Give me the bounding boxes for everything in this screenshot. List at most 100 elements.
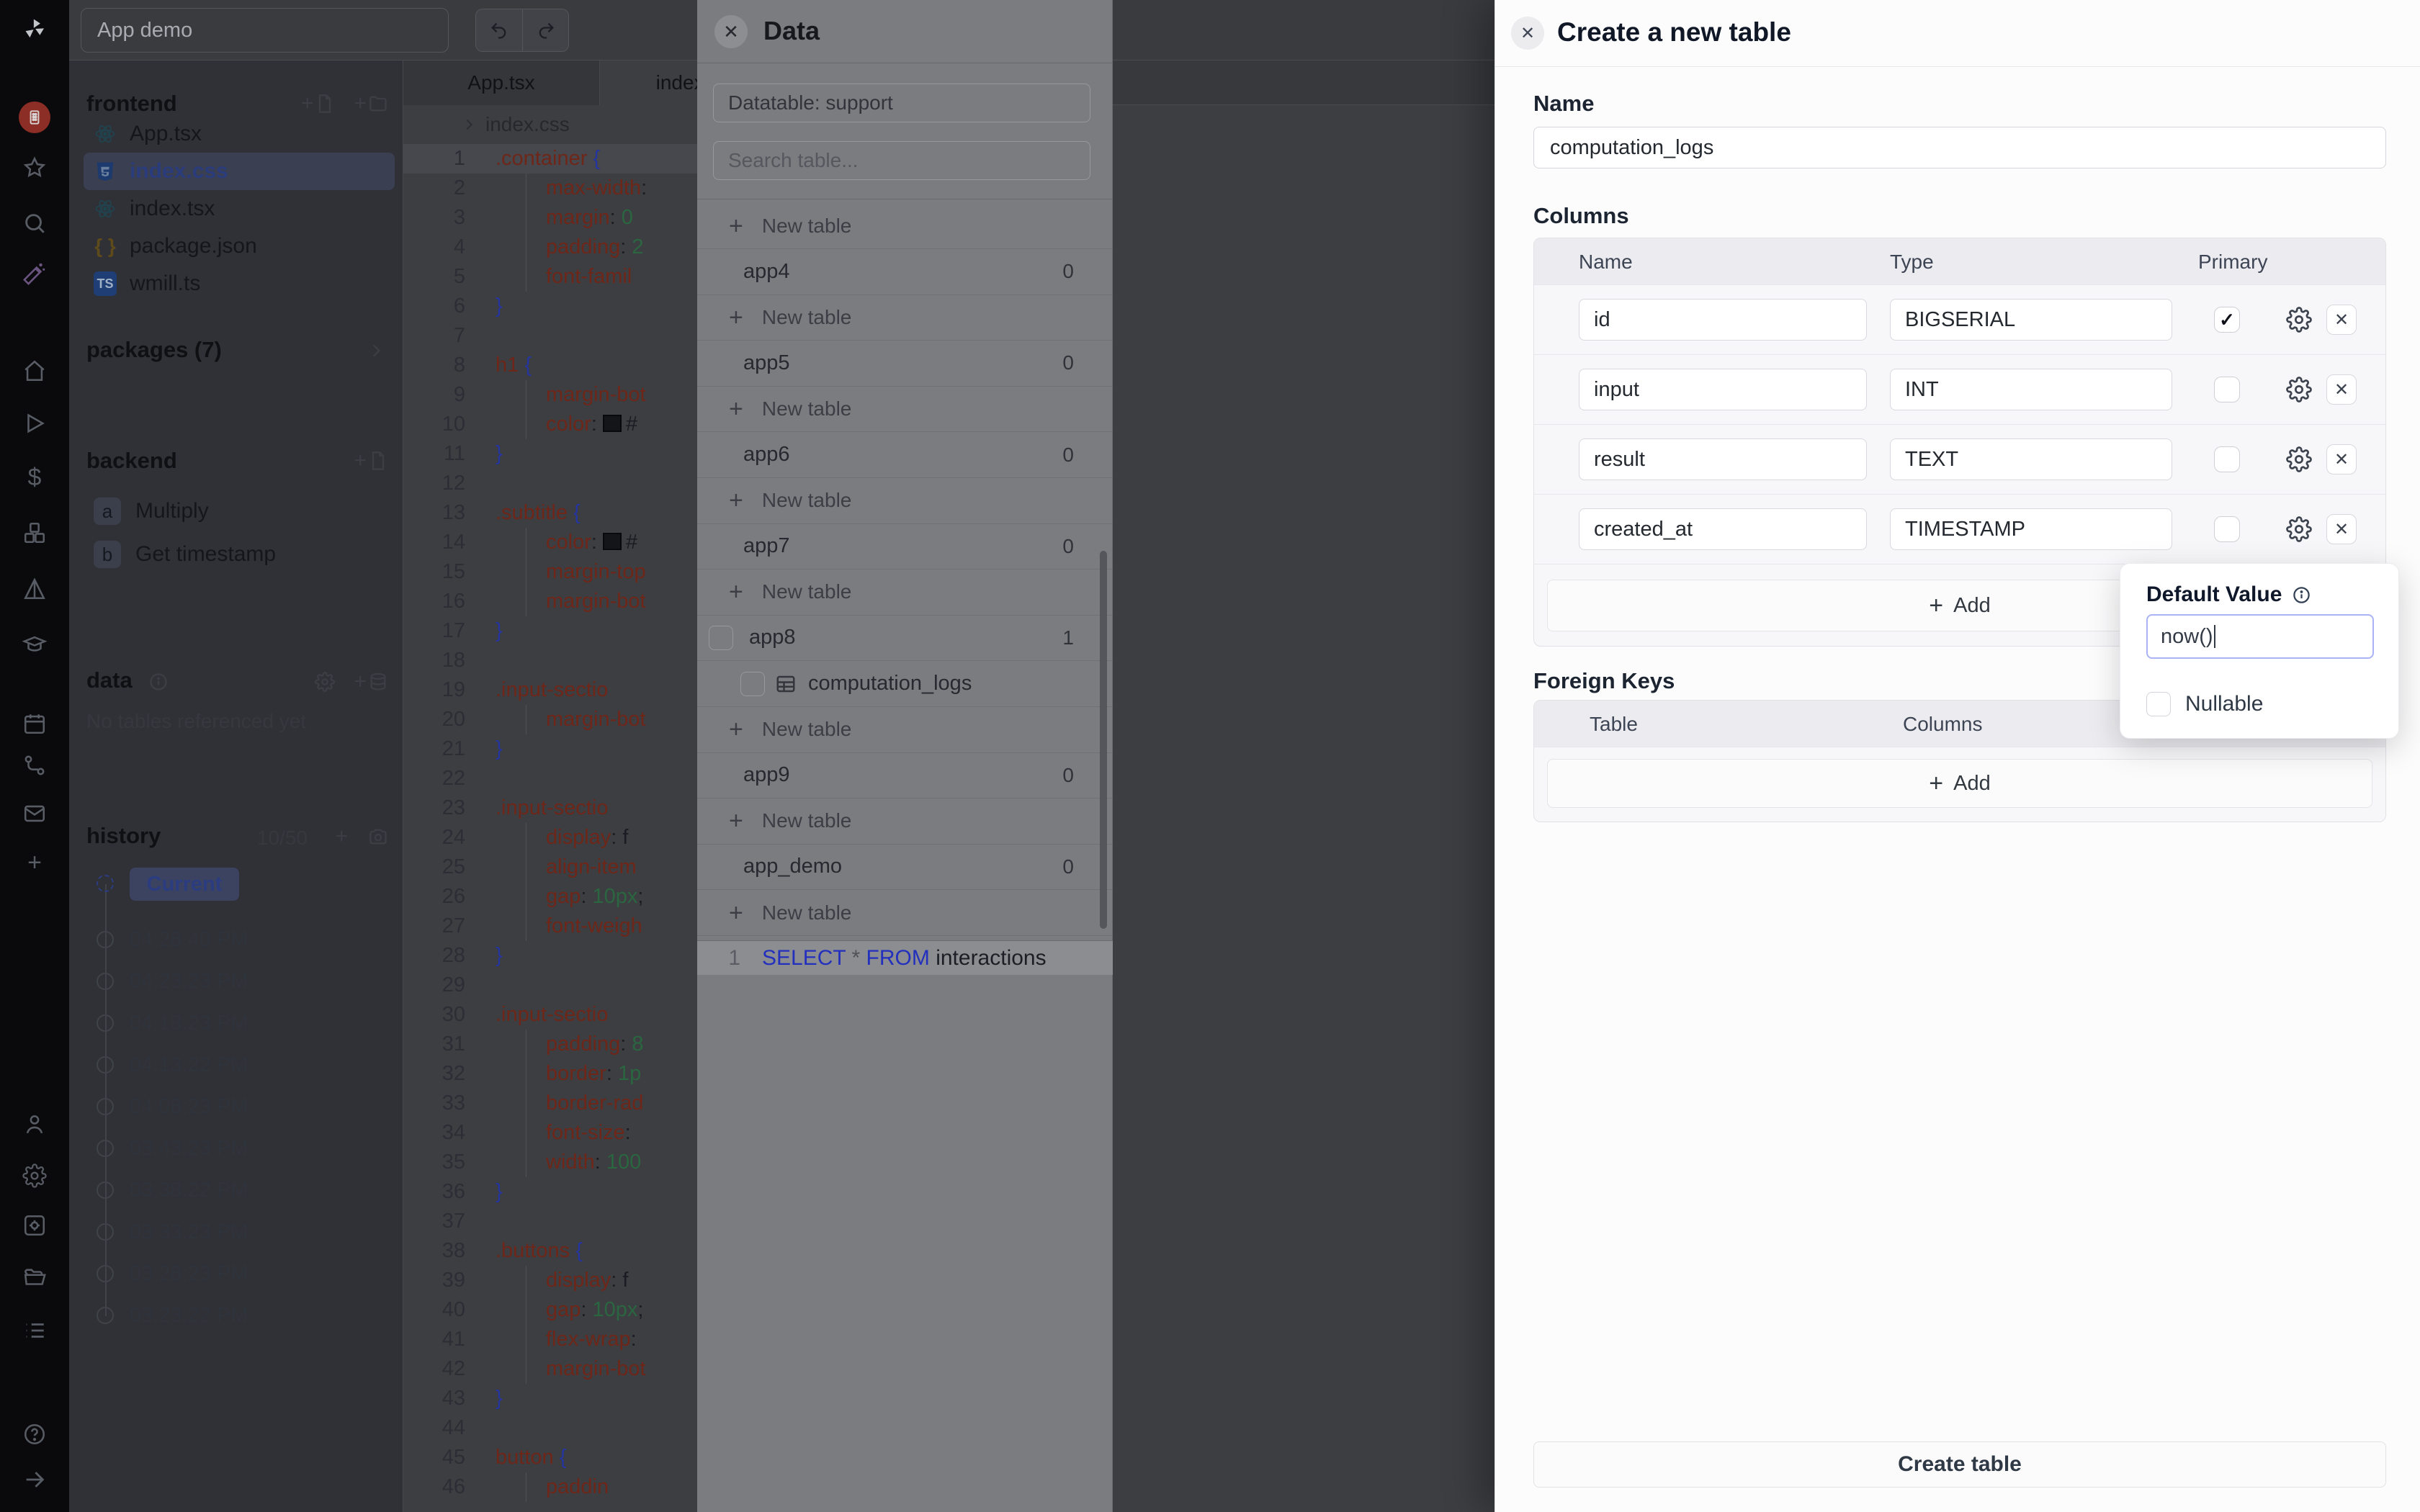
file-item-package-json[interactable]: { }package.json	[84, 228, 395, 265]
column-name-input[interactable]	[1579, 438, 1867, 480]
magic-wand-icon[interactable]	[22, 261, 47, 286]
history-current-item[interactable]: Current	[130, 868, 239, 901]
runs-icon[interactable]	[22, 411, 47, 436]
add-file-icon[interactable]: +	[301, 94, 336, 114]
primary-checkbox[interactable]	[2214, 516, 2240, 542]
timeline-node[interactable]	[97, 1140, 114, 1157]
history-timestamp[interactable]: 04:13:22 PM	[130, 1053, 248, 1077]
history-add-icon[interactable]: +	[335, 827, 349, 847]
history-timestamp[interactable]: 04:28:40 PM	[130, 928, 248, 952]
add-folder-icon[interactable]: +	[354, 94, 388, 114]
history-timestamp[interactable]: 03:33:23 PM	[130, 1220, 248, 1244]
history-timestamp[interactable]: 03:38:22 PM	[130, 1179, 248, 1202]
new-table-button[interactable]: +New table	[697, 478, 1113, 524]
search-table-input[interactable]	[713, 141, 1090, 180]
drawer-close-button[interactable]: ✕	[1511, 17, 1544, 50]
column-name-input[interactable]	[1579, 299, 1867, 341]
data-add-table-icon[interactable]: +	[354, 672, 388, 692]
data-info-icon[interactable]	[148, 672, 169, 692]
history-timestamp[interactable]: 03:43:23 PM	[130, 1137, 248, 1161]
sql-editor-line[interactable]: 1 SELECT * FROM interactions	[697, 940, 1113, 975]
history-timestamp[interactable]: 04:08:23 PM	[130, 1095, 248, 1119]
data-settings-icon[interactable]	[315, 672, 335, 692]
resources-icon[interactable]	[22, 521, 47, 545]
new-table-button[interactable]: +New table	[697, 890, 1113, 936]
tab-app-tsx[interactable]: App.tsx	[403, 60, 600, 105]
timeline-node-current[interactable]	[97, 875, 114, 892]
new-table-button[interactable]: +New table	[697, 570, 1113, 616]
table-group-app9[interactable]: app90	[697, 752, 1113, 798]
timeline-node[interactable]	[97, 1223, 114, 1241]
add-icon[interactable]: +	[22, 850, 47, 875]
column-type-input[interactable]	[1890, 508, 2172, 550]
history-timestamp[interactable]: 04:23:23 PM	[130, 970, 248, 994]
undo-button[interactable]	[476, 9, 522, 51]
schedules-icon[interactable]	[22, 711, 47, 736]
folders-icon[interactable]	[22, 1266, 47, 1290]
timeline-node[interactable]	[97, 973, 114, 990]
new-table-button[interactable]: +New table	[697, 203, 1113, 249]
settings-icon[interactable]	[22, 1164, 47, 1188]
timeline-node[interactable]	[97, 1014, 114, 1032]
windmill-logo-icon[interactable]	[22, 17, 47, 41]
new-table-button[interactable]: +New table	[697, 386, 1113, 432]
table-checkbox[interactable]	[709, 626, 733, 650]
column-name-input[interactable]	[1579, 508, 1867, 550]
timeline-node[interactable]	[97, 1265, 114, 1282]
logs-icon[interactable]	[22, 1318, 47, 1343]
flows-icon[interactable]	[22, 753, 47, 778]
column-type-input[interactable]	[1890, 369, 2172, 410]
collapse-icon[interactable]	[22, 1467, 47, 1492]
primary-checkbox[interactable]	[2214, 446, 2240, 472]
remove-column-button[interactable]: ✕	[2326, 374, 2357, 405]
new-table-button[interactable]: +New table	[697, 294, 1113, 341]
timeline-node[interactable]	[97, 1182, 114, 1199]
home-icon[interactable]	[22, 359, 47, 383]
table-group-app_demo[interactable]: app_demo0	[697, 844, 1113, 890]
history-timestamp[interactable]: 03:28:23 PM	[130, 1262, 248, 1286]
backend-item-multiply[interactable]: aMultiply	[94, 493, 209, 529]
column-settings-gear-icon[interactable]	[2286, 446, 2312, 472]
timeline-node[interactable]	[97, 1307, 114, 1324]
file-item-index-tsx[interactable]: index.tsx	[84, 190, 395, 228]
timeline-node[interactable]	[97, 931, 114, 948]
learn-icon[interactable]	[22, 632, 47, 657]
remove-column-button[interactable]: ✕	[2326, 305, 2357, 335]
list-scrollbar[interactable]	[1100, 551, 1107, 929]
column-settings-gear-icon[interactable]	[2286, 307, 2312, 333]
history-timestamp[interactable]: 04:18:23 PM	[130, 1012, 248, 1035]
table-group-app4[interactable]: app40	[697, 249, 1113, 295]
data-close-button[interactable]: ✕	[714, 15, 748, 48]
packages-section-label[interactable]: packages (7)	[86, 337, 222, 363]
add-foreign-key-button[interactable]: +Add	[1547, 759, 2372, 808]
file-item-index-css[interactable]: index.css	[84, 153, 395, 190]
search-icon[interactable]	[22, 211, 47, 235]
packages-chevron-icon[interactable]	[367, 341, 385, 360]
timeline-node[interactable]	[97, 1056, 114, 1074]
backend-item-get-timestamp[interactable]: bGet timestamp	[94, 536, 276, 572]
user-icon[interactable]	[22, 1112, 47, 1136]
variables-icon[interactable]	[22, 577, 47, 601]
datatable-select[interactable]: Datatable: support	[713, 84, 1090, 122]
primary-checkbox[interactable]: ✓	[2214, 307, 2240, 333]
star-icon[interactable]	[22, 156, 47, 180]
timeline-node[interactable]	[97, 1098, 114, 1115]
table-name-input[interactable]	[1533, 127, 2386, 168]
table-checkbox[interactable]	[740, 672, 765, 696]
column-type-input[interactable]	[1890, 438, 2172, 480]
history-camera-icon[interactable]	[368, 827, 388, 847]
table-group-app7[interactable]: app70	[697, 523, 1113, 570]
default-value-input[interactable]: now()	[2146, 614, 2374, 659]
column-type-input[interactable]	[1890, 299, 2172, 341]
help-icon[interactable]	[22, 1422, 47, 1446]
remove-column-button[interactable]: ✕	[2326, 444, 2357, 474]
nullable-checkbox[interactable]	[2146, 692, 2171, 716]
create-table-button[interactable]: Create table	[1533, 1441, 2386, 1488]
primary-checkbox[interactable]	[2214, 377, 2240, 402]
pricing-icon[interactable]: $	[22, 465, 47, 490]
history-timestamp[interactable]: 03:23:22 PM	[130, 1304, 248, 1328]
redo-button[interactable]	[522, 9, 568, 51]
new-table-button[interactable]: +New table	[697, 798, 1113, 845]
workspace-avatar[interactable]	[19, 102, 50, 133]
column-settings-gear-icon[interactable]	[2286, 377, 2312, 402]
